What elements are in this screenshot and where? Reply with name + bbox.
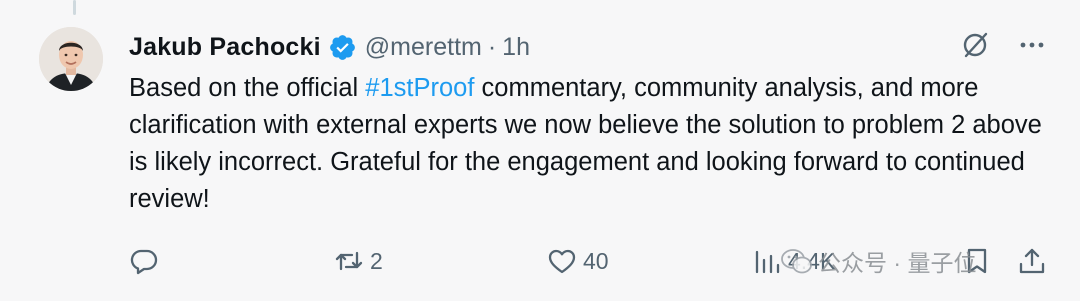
share-button[interactable]	[1017, 241, 1047, 281]
watermark: 公众号 · 量子位	[780, 243, 976, 279]
reply-icon	[130, 249, 158, 275]
views-icon	[755, 250, 780, 274]
verified-badge-icon	[328, 33, 357, 62]
more-icon[interactable]	[1018, 31, 1046, 59]
reply-button[interactable]	[129, 241, 165, 281]
like-button[interactable]: 40	[547, 241, 609, 281]
retweet-icon	[335, 251, 363, 271]
avatar[interactable]	[39, 27, 103, 91]
watermark-text: 公众号 · 量子位	[818, 250, 977, 276]
author-name[interactable]: Jakub Pachocki	[129, 33, 321, 62]
retweet-button[interactable]: 2	[334, 241, 383, 281]
like-icon	[548, 249, 576, 274]
tweet-header: Jakub Pachocki @merettm · 1h	[129, 30, 530, 64]
tweet-text-before: Based on the official	[129, 74, 366, 102]
retweet-count: 2	[370, 247, 383, 274]
tweet-top-actions	[960, 30, 1046, 60]
grok-icon[interactable]	[960, 30, 990, 60]
share-icon	[1019, 248, 1045, 274]
like-count: 40	[583, 247, 609, 274]
separator-dot: ·	[487, 32, 497, 61]
author-handle[interactable]: @merettm	[365, 33, 482, 62]
wechat-logo-icon	[781, 249, 812, 274]
hashtag-link[interactable]: #1stProof	[365, 74, 474, 102]
thread-connector-line	[73, 0, 76, 15]
timestamp[interactable]: 1h	[502, 33, 530, 62]
tweet-text: Based on the official #1stProof commenta…	[129, 70, 1049, 218]
